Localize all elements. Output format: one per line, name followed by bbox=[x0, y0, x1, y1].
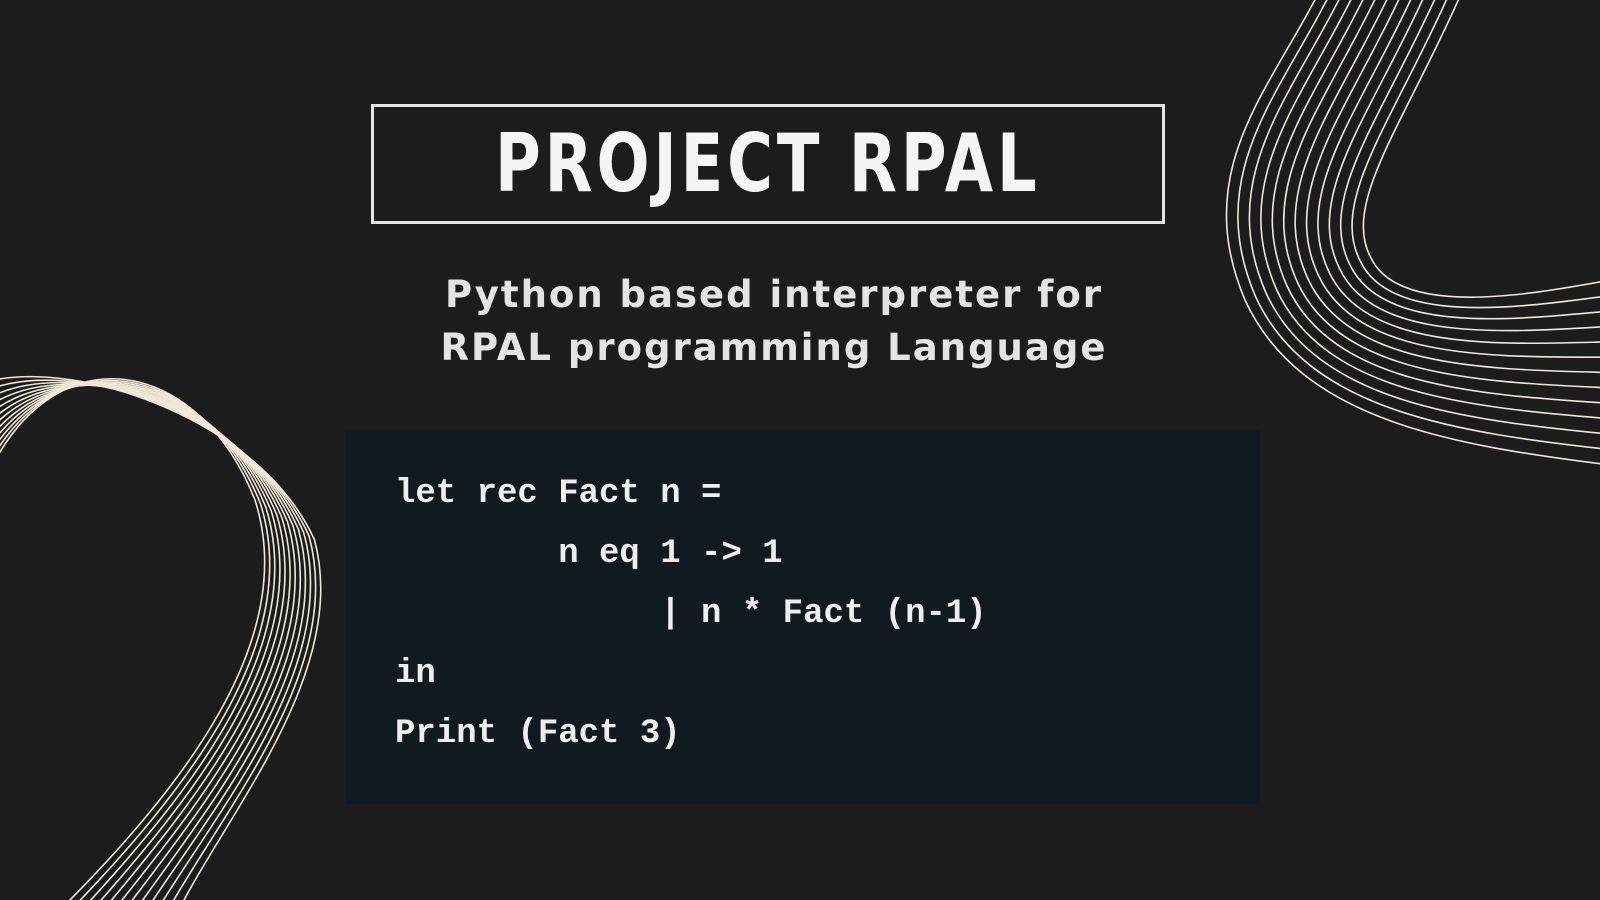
title-frame: PROJECT RPAL bbox=[371, 104, 1165, 224]
wave-line bbox=[0, 381, 276, 900]
wave-line bbox=[0, 375, 322, 900]
wave-line bbox=[1351, 0, 1600, 309]
wave-line bbox=[1305, 0, 1600, 358]
wave-line bbox=[0, 383, 307, 900]
code-line-2: n eq 1 -> 1 bbox=[395, 535, 783, 573]
wave-line bbox=[1237, 0, 1600, 450]
slide-canvas: PROJECT RPAL Python based interpreter fo… bbox=[0, 0, 1600, 900]
page-title: PROJECT RPAL bbox=[495, 117, 1041, 210]
wave-line bbox=[1260, 0, 1600, 419]
subtitle-line-1: Python based interpreter for bbox=[444, 273, 1104, 316]
code-line-1: let rec Fact n = bbox=[395, 475, 722, 513]
wave-line bbox=[1328, 0, 1600, 332]
wave-line bbox=[0, 378, 266, 900]
code-line-5: Print (Fact 3) bbox=[395, 715, 681, 753]
wave-lines-left bbox=[0, 375, 322, 900]
code-block: let rec Fact n = n eq 1 -> 1 | n * Fact … bbox=[345, 430, 1260, 804]
wave-line bbox=[1362, 0, 1600, 298]
wave-line bbox=[0, 381, 312, 900]
code-line-4: in bbox=[395, 655, 436, 693]
wave-lines-right bbox=[1225, 0, 1600, 465]
code-line-3: | n * Fact (n-1) bbox=[395, 595, 987, 633]
subtitle-line-2: RPAL programming Language bbox=[440, 326, 1108, 369]
subtitle: Python based interpreter for RPAL progra… bbox=[300, 268, 1248, 374]
